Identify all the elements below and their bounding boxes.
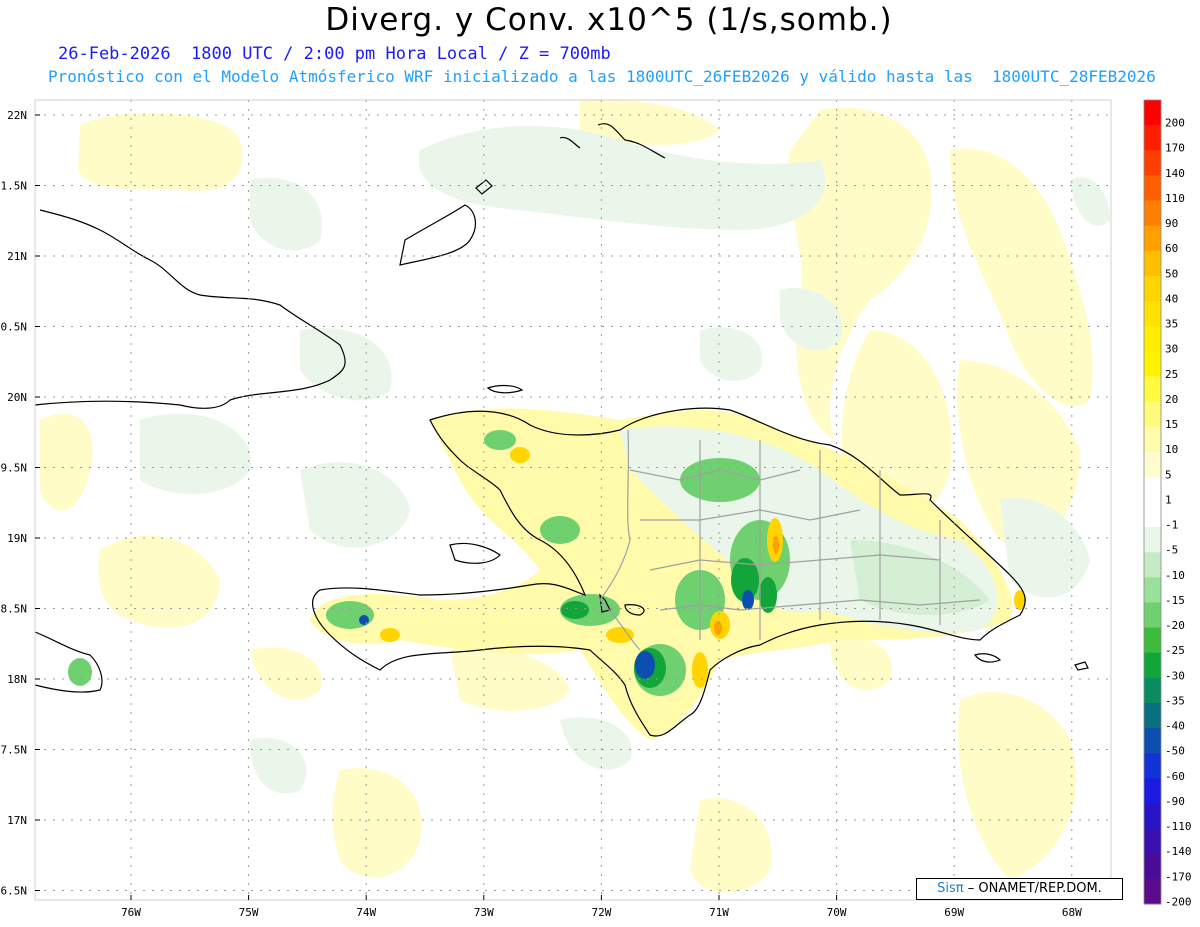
credit-box: Sisπ – ONAMET/REP.DOM. <box>916 878 1123 900</box>
colorbar-swatch <box>1144 728 1161 754</box>
colorbar-swatch <box>1144 100 1161 126</box>
colorbar-swatch <box>1144 703 1161 729</box>
colorbar-label: 15 <box>1165 418 1178 431</box>
lat-label: 9.5N <box>1 462 28 475</box>
lon-label: 72W <box>591 906 611 919</box>
lon-label: 75W <box>239 906 259 919</box>
colorbar-swatch <box>1144 828 1161 855</box>
colorbar-swatch <box>1144 476 1161 503</box>
lat-label: 6.5N <box>1 885 28 898</box>
colorbar-label: 5 <box>1165 468 1172 481</box>
colorbar-swatch <box>1144 527 1161 553</box>
latitude-labels: 22N 1.5N 21N 0.5N 20N 9.5N 19N 8.5N 18N 7.5N 17N 6.… <box>1 109 40 898</box>
colorbar-swatch <box>1144 225 1161 252</box>
colorbar-label: -40 <box>1165 720 1185 733</box>
colorbar-swatch <box>1144 803 1161 830</box>
colorbar-label: 170 <box>1165 142 1185 155</box>
colorbar-swatch <box>1144 275 1161 302</box>
lat-label: 17N <box>7 814 27 827</box>
colorbar-swatch <box>1144 200 1161 227</box>
colorbar: 200 170 140 110 90 60 50 40 35 30 25 20 15 10 5 1 -1 -5 -1… <box>1143 99 1192 908</box>
lon-label: 74W <box>356 906 376 919</box>
lat-label: 22N <box>7 109 27 122</box>
colorbar-label: -1 <box>1165 519 1178 532</box>
lat-label: 19N <box>7 532 27 545</box>
colorbar-label: 110 <box>1165 192 1185 205</box>
colorbar-swatch <box>1144 577 1161 603</box>
colorbar-swatch <box>1144 502 1161 528</box>
colorbar-swatch <box>1144 853 1161 880</box>
colorbar-swatch <box>1144 677 1161 704</box>
lon-label: 71W <box>709 906 729 919</box>
colorbar-label: -50 <box>1165 745 1185 758</box>
colorbar-label: -5 <box>1165 544 1178 557</box>
sispi-logo: Sisπ <box>937 881 964 896</box>
colorbar-swatch <box>1144 426 1161 453</box>
colorbar-label: -10 <box>1165 569 1185 582</box>
lat-label: 0.5N <box>1 321 28 334</box>
colorbar-label: 50 <box>1165 267 1178 280</box>
colorbar-label: 25 <box>1165 368 1178 381</box>
lat-label: 7.5N <box>1 744 28 757</box>
lon-label: 69W <box>944 906 964 919</box>
colorbar-swatch <box>1144 326 1161 352</box>
colorbar-label: -170 <box>1165 870 1192 883</box>
colorbar-swatch <box>1144 753 1161 779</box>
colorbar-label: 30 <box>1165 343 1178 356</box>
lat-label: 1.5N <box>1 180 28 193</box>
colorbar-swatch <box>1144 778 1161 804</box>
colorbar-label: -140 <box>1165 845 1192 858</box>
colorbar-label: -90 <box>1165 795 1185 808</box>
colorbar-swatch <box>1144 150 1161 176</box>
colorbar-label: -35 <box>1165 694 1185 707</box>
colorbar-swatch <box>1144 602 1161 629</box>
colorbar-swatch <box>1144 878 1161 905</box>
credit-text: – ONAMET/REP.DOM. <box>967 881 1102 896</box>
lon-label: 70W <box>827 906 847 919</box>
divergence-map: 22N 1.5N 21N 0.5N 20N 9.5N 19N 8.5N 18N 7.5N 17N 6.… <box>1 99 1192 919</box>
colorbar-swatch <box>1144 552 1161 578</box>
colorbar-swatch <box>1144 451 1161 478</box>
colorbar-swatch <box>1144 652 1161 679</box>
colorbar-swatch <box>1144 627 1161 654</box>
colorbar-label: 90 <box>1165 217 1178 230</box>
colorbar-label: -30 <box>1165 669 1185 682</box>
colorbar-swatch <box>1144 401 1161 428</box>
colorbar-label: 1 <box>1165 493 1172 506</box>
colorbar-swatch <box>1144 301 1161 327</box>
colorbar-label: -60 <box>1165 770 1185 783</box>
colorbar-label: -15 <box>1165 594 1185 607</box>
lon-label: 68W <box>1062 906 1082 919</box>
colorbar-swatch <box>1144 175 1161 201</box>
colorbar-swatch <box>1144 250 1161 277</box>
colorbar-swatch <box>1144 125 1161 151</box>
colorbar-label: 200 <box>1165 117 1185 130</box>
colorbar-swatch <box>1144 351 1161 377</box>
colorbar-label: 35 <box>1165 318 1178 331</box>
colorbar-label: -110 <box>1165 820 1192 833</box>
lat-label: 21N <box>7 250 27 263</box>
colorbar-label: 40 <box>1165 292 1178 305</box>
colorbar-label: 140 <box>1165 167 1185 180</box>
lat-label: 8.5N <box>1 603 28 616</box>
lon-label: 76W <box>121 906 141 919</box>
colorbar-label: -20 <box>1165 619 1185 632</box>
lat-label: 18N <box>7 673 27 686</box>
colorbar-label: 10 <box>1165 443 1178 456</box>
colorbar-label: 60 <box>1165 242 1178 255</box>
colorbar-label: -25 <box>1165 644 1185 657</box>
lon-label: 73W <box>474 906 494 919</box>
colorbar-label: -200 <box>1165 895 1192 908</box>
colorbar-label: 20 <box>1165 393 1178 406</box>
colorbar-swatch <box>1144 376 1161 402</box>
lat-label: 20N <box>7 391 27 404</box>
